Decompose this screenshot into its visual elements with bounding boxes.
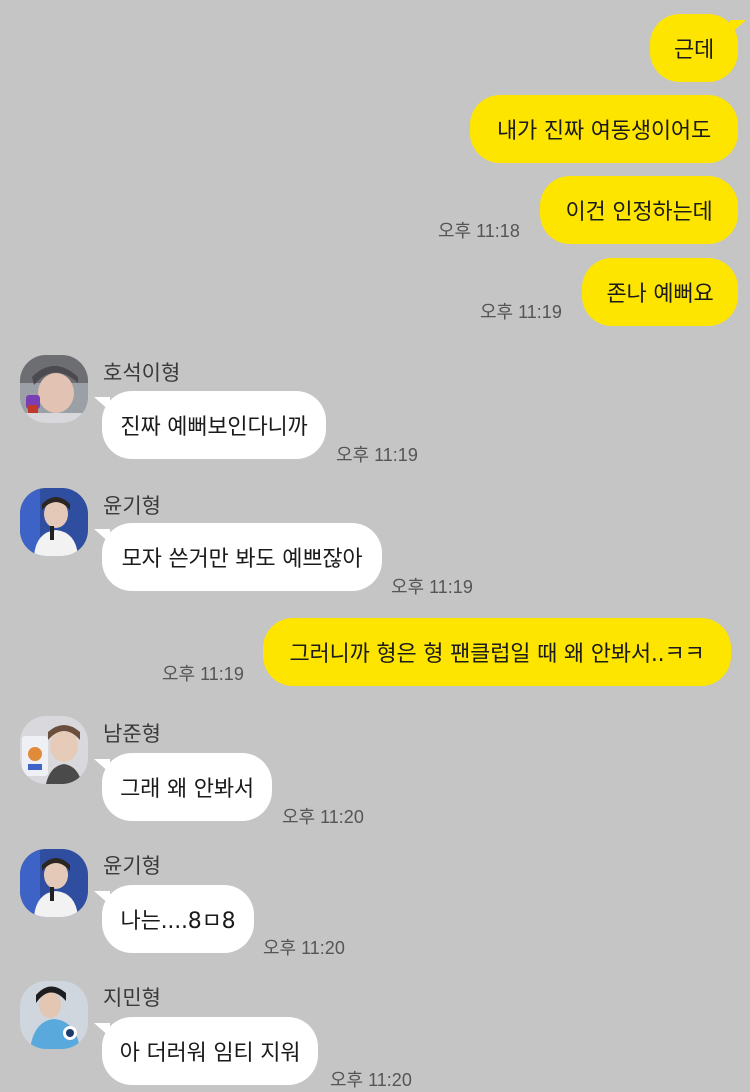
message-text: 진짜 예뻐보인다니까 bbox=[120, 415, 308, 440]
message-text: 나는....8ㅁ8 bbox=[120, 909, 236, 934]
message-timestamp: 오후 11:18 bbox=[438, 221, 520, 241]
sender-name: 윤기형 bbox=[103, 494, 161, 518]
sender-name: 남준형 bbox=[103, 722, 161, 746]
sender-name: 호석이형 bbox=[103, 361, 181, 385]
message-text: 내가 진짜 여동생이어도 bbox=[497, 119, 711, 144]
their-message-bubble[interactable]: 모자 쓴거만 봐도 예쁘잖아 bbox=[94, 523, 382, 591]
sender-name: 윤기형 bbox=[103, 854, 161, 878]
message-timestamp: 오후 11:19 bbox=[391, 577, 473, 597]
my-message-bubble[interactable]: 그러니까 형은 형 팬클럽일 때 왜 안봐서..ㅋㅋ bbox=[263, 618, 731, 686]
message-timestamp: 오후 11:19 bbox=[162, 664, 244, 684]
message-timestamp: 오후 11:19 bbox=[480, 302, 562, 322]
message-text: 근데 bbox=[673, 38, 715, 63]
avatar[interactable] bbox=[20, 849, 88, 917]
my-message-bubble[interactable]: 내가 진짜 여동생이어도 bbox=[470, 95, 738, 163]
avatar[interactable] bbox=[20, 488, 88, 556]
message-timestamp: 오후 11:20 bbox=[263, 938, 345, 958]
message-timestamp: 오후 11:20 bbox=[282, 807, 364, 827]
my-message-bubble[interactable]: 존나 예뻐요 bbox=[582, 258, 738, 326]
avatar[interactable] bbox=[20, 981, 88, 1049]
message-text: 그래 왜 안봐서 bbox=[120, 777, 254, 802]
their-message-bubble[interactable]: 나는....8ㅁ8 bbox=[94, 885, 254, 953]
my-message-bubble[interactable]: 이건 인정하는데 bbox=[540, 176, 738, 244]
chat-log: 근데 내가 진짜 여동생이어도 오후 11:18 이건 인정하는데 오후 11:… bbox=[0, 0, 750, 1090]
message-text: 이건 인정하는데 bbox=[565, 200, 713, 225]
avatar[interactable] bbox=[20, 355, 88, 423]
message-text: 그러니까 형은 형 팬클럽일 때 왜 안봐서..ㅋㅋ bbox=[289, 642, 705, 667]
message-timestamp: 오후 11:19 bbox=[336, 445, 418, 465]
my-message-bubble[interactable]: 근데 bbox=[650, 14, 746, 82]
avatar[interactable] bbox=[20, 716, 88, 784]
message-timestamp: 오후 11:20 bbox=[330, 1070, 412, 1090]
message-text: 모자 쓴거만 봐도 예쁘잖아 bbox=[121, 547, 363, 572]
message-text: 존나 예뻐요 bbox=[606, 282, 714, 307]
sender-name: 지민형 bbox=[103, 986, 161, 1010]
their-message-bubble[interactable]: 그래 왜 안봐서 bbox=[94, 753, 272, 821]
message-text: 아 더러워 임티 지워 bbox=[119, 1041, 301, 1066]
their-message-bubble[interactable]: 아 더러워 임티 지워 bbox=[94, 1017, 318, 1085]
their-message-bubble[interactable]: 진짜 예뻐보인다니까 bbox=[94, 391, 326, 459]
